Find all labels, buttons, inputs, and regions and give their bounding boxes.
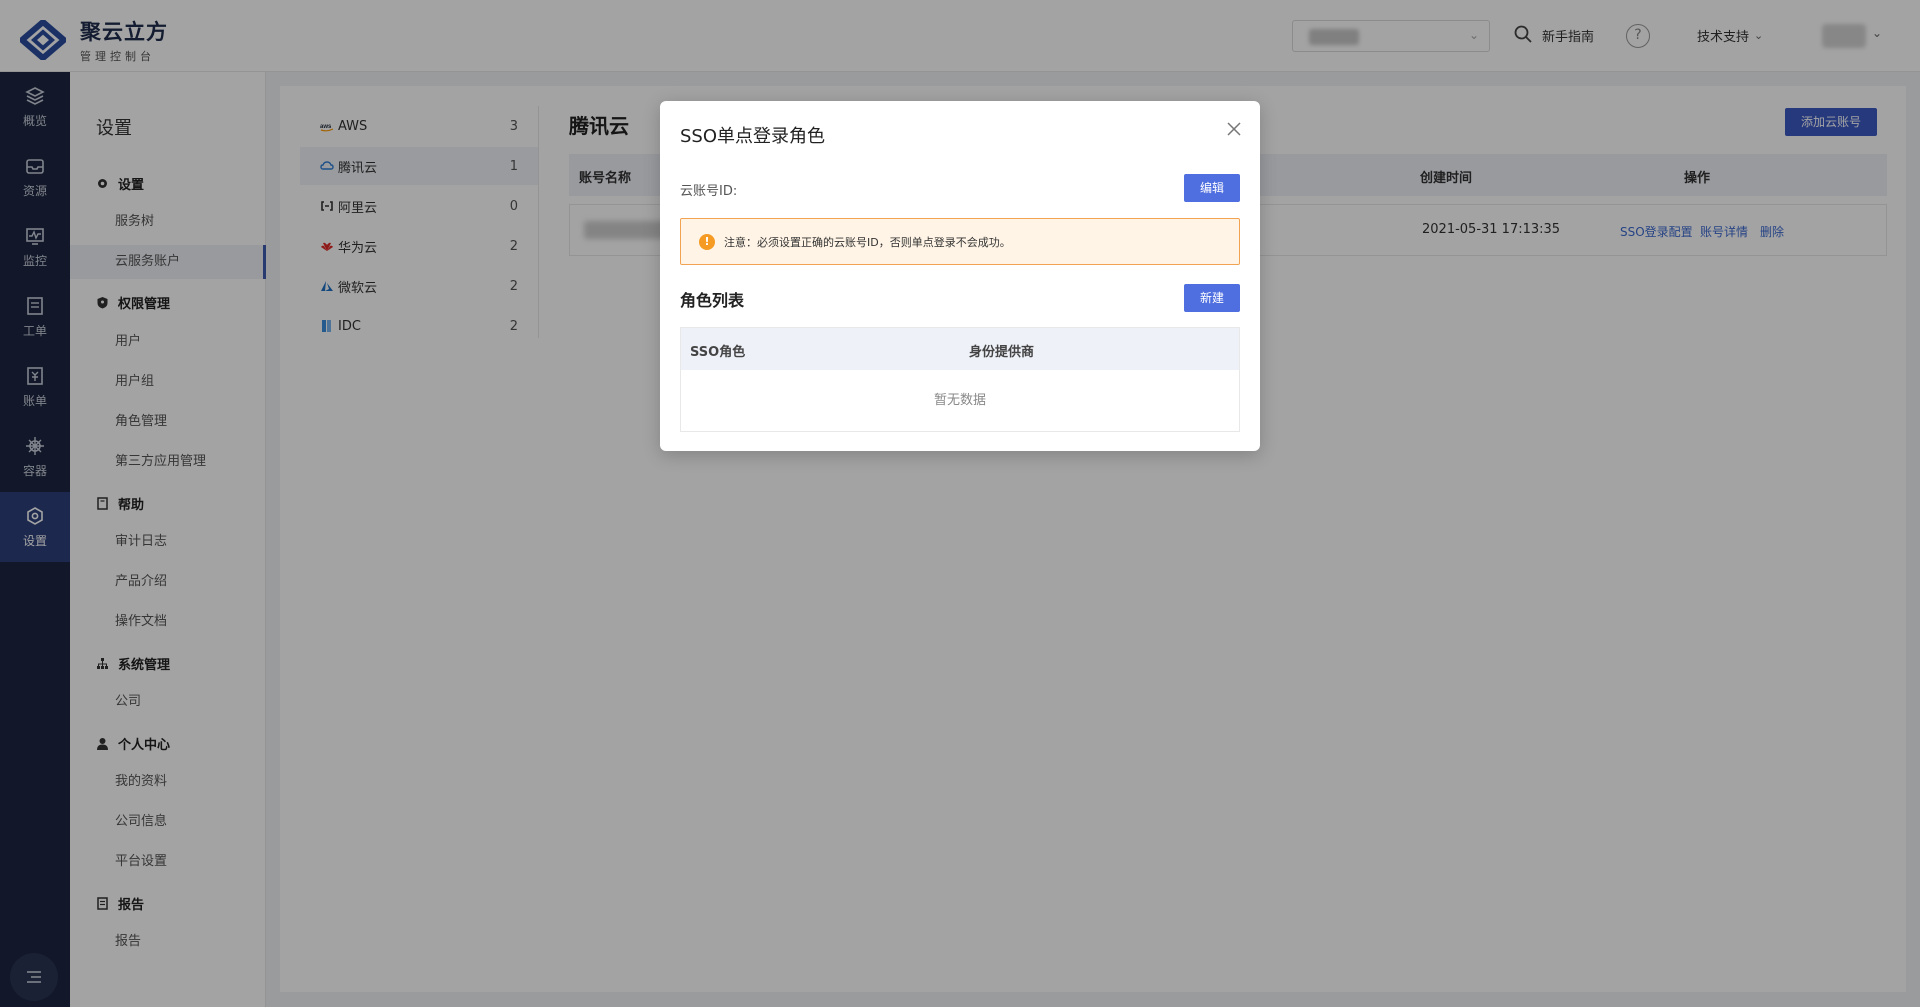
account-id-label: 云账号ID: (680, 184, 738, 199)
warning-icon: ! (699, 233, 715, 250)
close-icon[interactable] (1224, 119, 1244, 139)
modal-title: SSO单点登录角色 (680, 126, 826, 147)
new-role-button[interactable]: 新建 (1184, 284, 1240, 312)
role-table: SSO角色 身份提供商 暂无数据 (680, 327, 1240, 432)
col-sso-role: SSO角色 (690, 345, 746, 360)
warning-alert: ! 注意：必须设置正确的云账号ID，否则单点登录不会成功。 (680, 218, 1240, 265)
role-list-title: 角色列表 (680, 291, 745, 310)
col-identity-provider: 身份提供商 (969, 345, 1035, 360)
warning-text: 注意：必须设置正确的云账号ID，否则单点登录不会成功。 (724, 235, 1011, 249)
role-table-header: SSO角色 身份提供商 (681, 328, 1239, 370)
empty-state: 暂无数据 (933, 393, 986, 408)
edit-button[interactable]: 编辑 (1184, 174, 1240, 202)
sso-role-modal: SSO单点登录角色 云账号ID: 编辑 ! 注意：必须设置正确的云账号ID，否则… (660, 101, 1260, 451)
